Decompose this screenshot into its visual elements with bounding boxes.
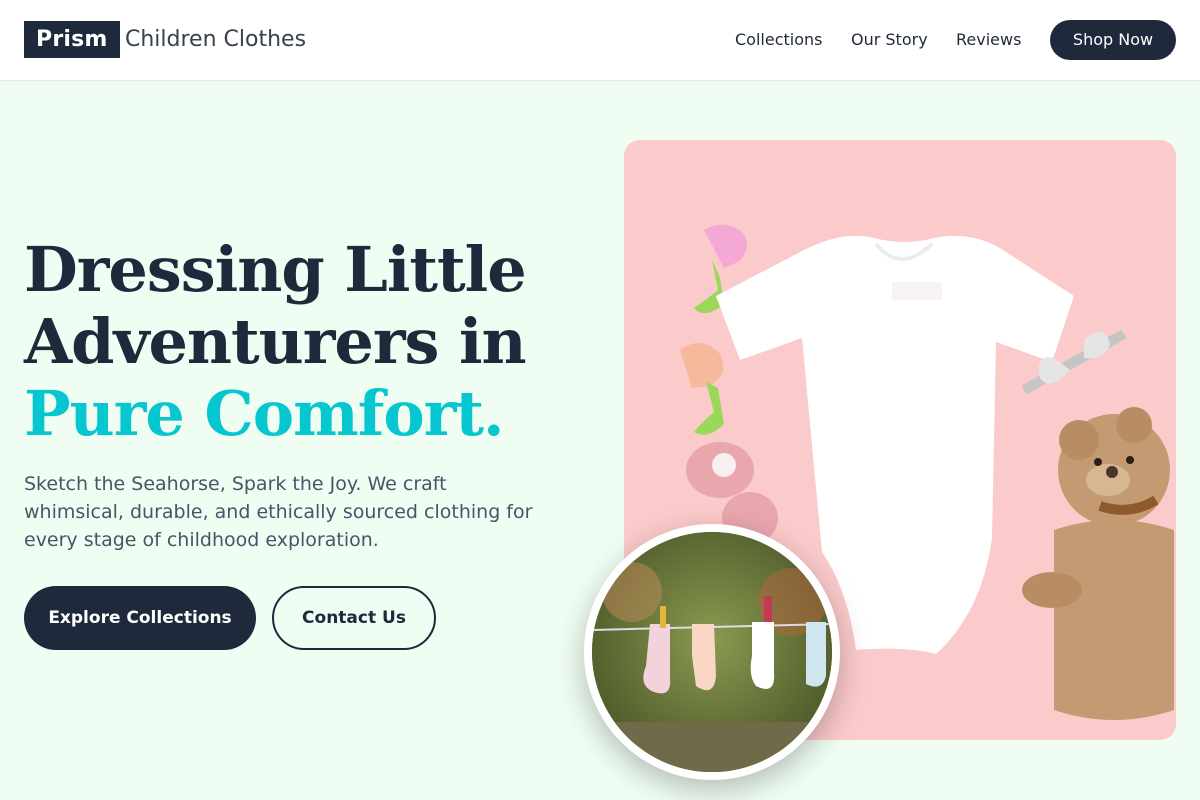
sock-3	[750, 622, 775, 689]
sock-4	[806, 622, 826, 687]
nav-our-story-link[interactable]: Our Story	[851, 30, 928, 50]
nav-collections-link[interactable]: Collections	[735, 30, 822, 50]
brand-logo[interactable]: Prism	[24, 21, 120, 58]
sock-2	[692, 624, 716, 691]
headline-line-2: Adventurers in	[24, 305, 527, 378]
inset-photo-circle	[584, 524, 840, 780]
hero-description: Sketch the Seahorse, Spark the Joy. We c…	[24, 473, 533, 551]
shop-now-button[interactable]: Shop Now	[1050, 20, 1176, 60]
contact-us-button[interactable]: Contact Us	[272, 586, 436, 650]
site-header: Prism Children Clothes Collections Our S…	[0, 0, 1200, 81]
headline-accent: Pure Comfort.	[24, 377, 505, 450]
headline-line-1: Dressing Little	[24, 233, 527, 306]
explore-collections-button[interactable]: Explore Collections	[24, 586, 256, 650]
hero-headline: Dressing Little Adventurers in Pure Comf…	[24, 234, 604, 450]
socks-on-line-illustration	[592, 532, 832, 772]
nav-reviews-link[interactable]: Reviews	[956, 30, 1021, 50]
brand-subtitle: Children Clothes	[125, 27, 307, 52]
